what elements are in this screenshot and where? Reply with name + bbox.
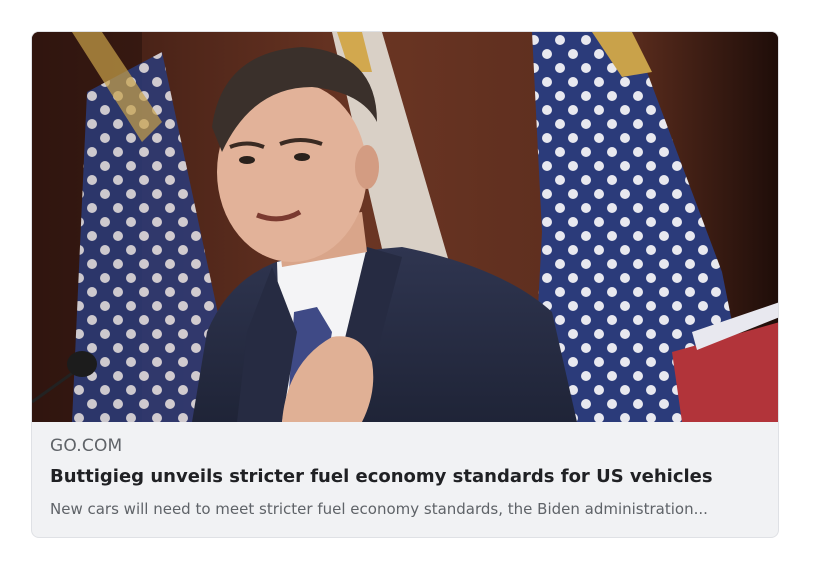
article-meta: GO.COM Buttigieg unveils stricter fuel e… [32, 422, 778, 520]
article-headline[interactable]: Buttigieg unveils stricter fuel economy … [50, 464, 760, 490]
article-source: GO.COM [50, 436, 123, 456]
article-photo [32, 32, 778, 422]
article-snippet: New cars will need to meet stricter fuel… [50, 500, 708, 518]
news-card[interactable]: GO.COM Buttigieg unveils stricter fuel e… [31, 31, 779, 538]
